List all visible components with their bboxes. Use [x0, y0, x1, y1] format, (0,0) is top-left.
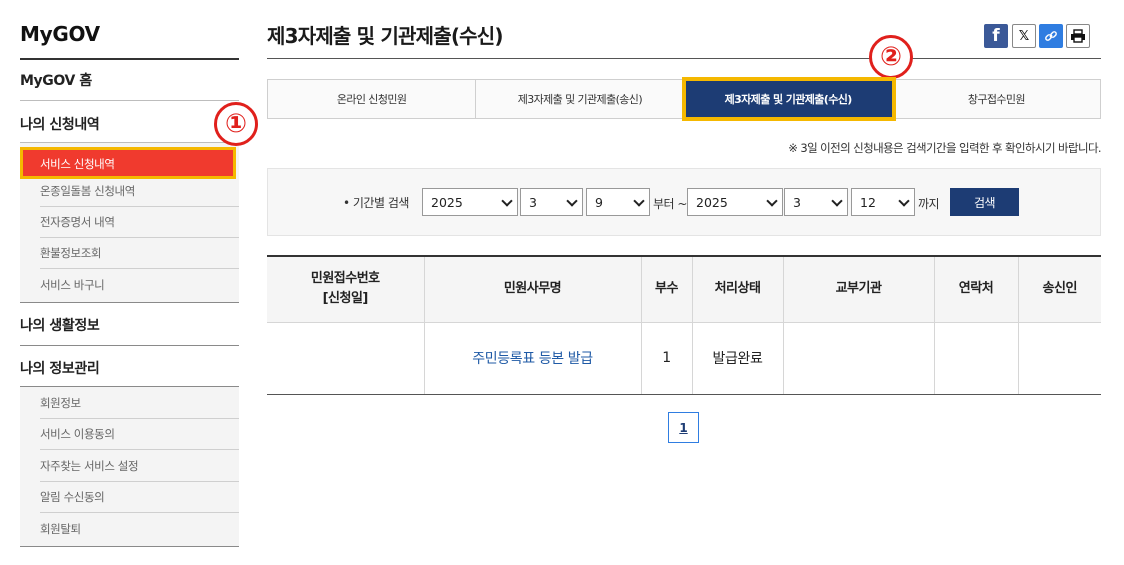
table-row: 주민등록표 등본 발급 1 발급완료 — [267, 322, 1101, 395]
receipt-date-label: [신청일] — [322, 291, 369, 307]
chevron-down-icon — [501, 195, 513, 207]
sidebar-item-service-consent[interactable]: 서비스 이용동의 — [40, 419, 239, 450]
facebook-icon[interactable]: f — [984, 24, 1008, 48]
column-header-agency: 교부기관 — [782, 256, 934, 323]
chevron-down-icon — [898, 195, 910, 207]
to-day-value: 12 — [860, 194, 876, 210]
cell-agency — [782, 322, 934, 395]
cell-contact — [933, 322, 1018, 395]
divider — [20, 100, 239, 101]
from-year-select[interactable]: 2025 — [422, 188, 518, 216]
sidebar-item-withdraw[interactable]: 회원탈퇴 — [40, 514, 239, 545]
sidebar-group-applications[interactable]: 나의 신청내역 — [20, 114, 100, 134]
cell-status: 발급완료 — [691, 322, 783, 395]
to-month-select[interactable]: 3 — [784, 188, 848, 216]
pagination-page-1[interactable]: 1 — [668, 412, 699, 443]
x-icon[interactable]: 𝕏 — [1012, 24, 1036, 48]
cell-copies: 1 — [640, 322, 692, 395]
from-month-value: 3 — [529, 194, 537, 210]
divider — [20, 302, 239, 303]
column-header-receipt-no: 민원접수번호 [신청일] — [267, 256, 424, 323]
column-header-copies: 부수 — [640, 256, 692, 323]
title-divider — [267, 58, 1101, 59]
tab-bar: 온라인 신청민원 제3자제출 및 기관제출(송신) 제3자제출 및 기관제출(수… — [267, 77, 1101, 121]
tab-counter-applications[interactable]: 창구접수민원 — [893, 80, 1100, 118]
printer-glyph — [1071, 29, 1085, 43]
to-suffix: 까지 — [918, 197, 940, 211]
column-header-name: 민원사무명 — [423, 256, 641, 323]
table-header-row: 민원접수번호 [신청일] 민원사무명 부수 처리상태 교부기관 연락처 송신인 — [267, 256, 1101, 323]
chevron-down-icon — [566, 195, 578, 207]
column-header-status: 처리상태 — [691, 256, 783, 323]
to-year-select[interactable]: 2025 — [687, 188, 783, 216]
column-header-sender: 송신인 — [1017, 256, 1101, 323]
sidebar-item-service-basket[interactable]: 서비스 바구니 — [40, 270, 239, 301]
from-year-value: 2025 — [431, 194, 463, 210]
brand-divider — [20, 58, 239, 60]
period-search-label: • 기간별 검색 — [343, 196, 409, 210]
tab-third-party-received[interactable]: 제3자제출 및 기관제출(수신) — [681, 77, 896, 121]
chevron-down-icon — [633, 195, 645, 207]
sidebar-item-favorite-services[interactable]: 자주찾는 서비스 설정 — [40, 451, 239, 482]
cell-service-name-link[interactable]: 주민등록표 등본 발급 — [423, 322, 641, 395]
sidebar-group-my-info[interactable]: 나의 정보관리 — [20, 358, 100, 378]
link-icon[interactable] — [1039, 24, 1063, 48]
notice-text: ※ 3일 이전의 신청내용은 검색기간을 입력한 후 확인하시기 바랍니다. — [788, 141, 1101, 155]
cell-receipt-no — [267, 322, 424, 395]
step-marker-1: ① — [214, 102, 258, 146]
tab-online-applications[interactable]: 온라인 신청민원 — [268, 80, 477, 118]
sidebar-item-refund-info[interactable]: 환불정보조회 — [40, 238, 239, 269]
chevron-down-icon — [766, 195, 778, 207]
divider — [20, 546, 239, 547]
brand-logo[interactable]: MyGOV — [20, 22, 100, 46]
from-month-select[interactable]: 3 — [520, 188, 583, 216]
receipt-no-label: 민원접수번호 — [310, 271, 380, 287]
cell-sender — [1017, 322, 1101, 395]
column-header-contact: 연락처 — [933, 256, 1018, 323]
sidebar-group-life-info[interactable]: 나의 생활정보 — [20, 315, 100, 335]
page-title: 제3자제출 및 기관제출(수신) — [267, 24, 504, 48]
from-day-select[interactable]: 9 — [586, 188, 650, 216]
sidebar-item-allday-care[interactable]: 온종일돌봄 신청내역 — [40, 176, 239, 207]
sidebar-item-service-applications[interactable]: 서비스 신청내역 — [20, 147, 236, 179]
application-table: 민원접수번호 [신청일] 민원사무명 부수 처리상태 교부기관 연락처 송신인 주… — [267, 255, 1101, 395]
search-button[interactable]: 검색 — [950, 188, 1019, 216]
sidebar-item-e-certificates[interactable]: 전자증명서 내역 — [40, 207, 239, 238]
chevron-down-icon — [831, 195, 843, 207]
to-day-select[interactable]: 12 — [851, 188, 915, 216]
divider — [20, 345, 239, 346]
period-search-panel: • 기간별 검색 2025 3 9 부터 ~ 2025 3 12 까지 검색 — [267, 168, 1101, 236]
to-month-value: 3 — [793, 194, 801, 210]
print-icon[interactable] — [1066, 24, 1090, 48]
link-glyph — [1045, 31, 1057, 41]
from-day-value: 9 — [595, 194, 603, 210]
sidebar-item-notification-consent[interactable]: 알림 수신동의 — [40, 482, 239, 513]
to-year-value: 2025 — [696, 194, 728, 210]
tab-third-party-sent[interactable]: 제3자제출 및 기관제출(송신) — [476, 80, 685, 118]
step-marker-2: ② — [869, 35, 913, 79]
sidebar-item-home[interactable]: MyGOV 홈 — [20, 70, 92, 90]
from-suffix: 부터 ~ — [653, 197, 687, 211]
sidebar-item-member-info[interactable]: 회원정보 — [40, 388, 239, 419]
